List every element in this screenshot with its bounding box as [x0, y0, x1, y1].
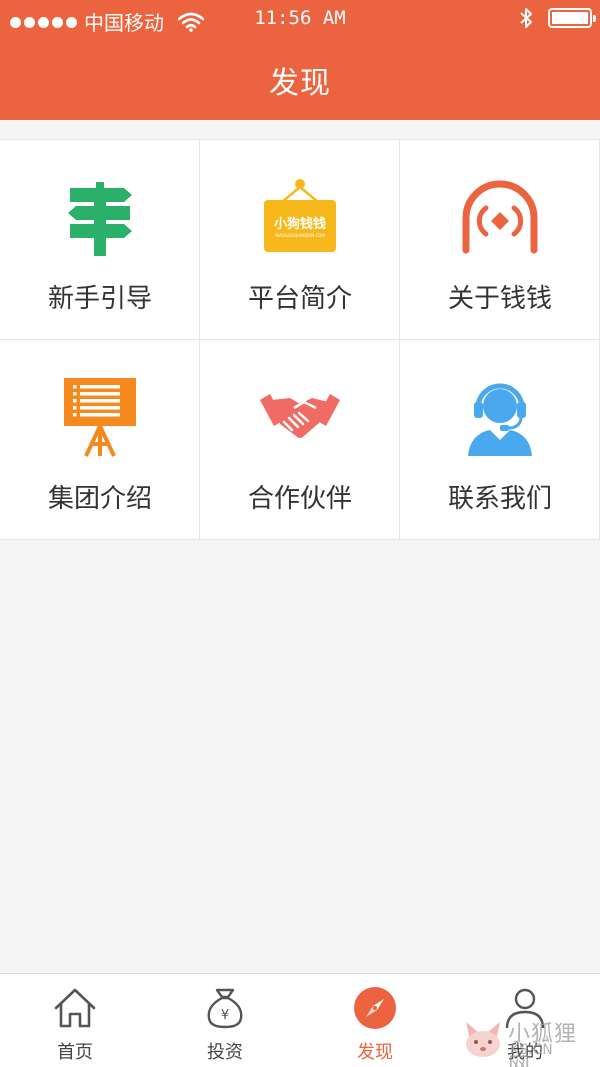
- presentation-board-icon: [64, 378, 136, 457]
- grid-item-partners[interactable]: 合作伙伴: [200, 340, 400, 540]
- tab-label: 发现: [357, 1042, 393, 1063]
- tab-invest[interactable]: ¥ 投资: [150, 974, 300, 1067]
- grid-item-label: 关于钱钱: [447, 284, 552, 314]
- status-time: 11:56 AM: [254, 7, 346, 29]
- arch-coin-icon: [462, 180, 538, 254]
- signboard-icon: 小狗钱钱 XIAOGOUQIANQIAN.COM: [264, 179, 336, 252]
- status-bar: 中国移动 11:56 AM: [0, 0, 600, 38]
- tab-home[interactable]: 首页: [0, 974, 150, 1067]
- compass-icon: [354, 987, 396, 1029]
- top-bar: 中国移动 11:56 AM 发现: [0, 0, 600, 120]
- grid-item-platform-intro[interactable]: 小狗钱钱 XIAOGOUQIANQIAN.COM 平台简介: [200, 140, 400, 340]
- watermark-subtext: KS.CN: [510, 1042, 553, 1058]
- battery-icon: [548, 8, 596, 28]
- grid-item-about[interactable]: 关于钱钱: [400, 140, 600, 340]
- page-title: 发现: [269, 66, 331, 101]
- customer-service-icon: [468, 383, 532, 456]
- signpost-icon: [68, 182, 132, 256]
- grid-item-guide[interactable]: 新手引导: [0, 140, 200, 340]
- tab-discover[interactable]: 发现: [300, 974, 450, 1067]
- home-icon: [54, 988, 96, 1028]
- signboard-text: 小狗钱钱: [274, 216, 326, 232]
- grid-item-label: 联系我们: [447, 484, 552, 514]
- grid-item-contact[interactable]: 联系我们: [400, 340, 600, 540]
- tab-label: 投资: [207, 1042, 243, 1063]
- fox-logo-icon: [466, 1022, 500, 1057]
- grid-item-label: 新手引导: [47, 284, 152, 314]
- yen-glyph: ¥: [221, 1008, 229, 1023]
- signboard-subtext: XIAOGOUQIANQIAN.COM: [275, 233, 325, 238]
- grid-item-label: 平台简介: [247, 284, 352, 314]
- money-bag-icon: ¥: [207, 988, 243, 1029]
- bluetooth-icon: [520, 8, 532, 28]
- status-right: [518, 6, 596, 30]
- tab-label: 首页: [57, 1042, 93, 1063]
- handshake-icon: [260, 394, 340, 438]
- grid-item-group-intro[interactable]: 集团介绍: [0, 340, 200, 540]
- watermark: 小狐狸网 KS.CN: [462, 1012, 598, 1067]
- grid-item-label: 合作伙伴: [247, 484, 352, 514]
- grid-item-label: 集团介绍: [47, 484, 152, 514]
- discover-grid: 新手引导 小狗钱钱 XIAOGOUQIANQIAN.COM 平台简介 关于钱钱: [0, 139, 600, 540]
- battery-fill: [552, 12, 588, 24]
